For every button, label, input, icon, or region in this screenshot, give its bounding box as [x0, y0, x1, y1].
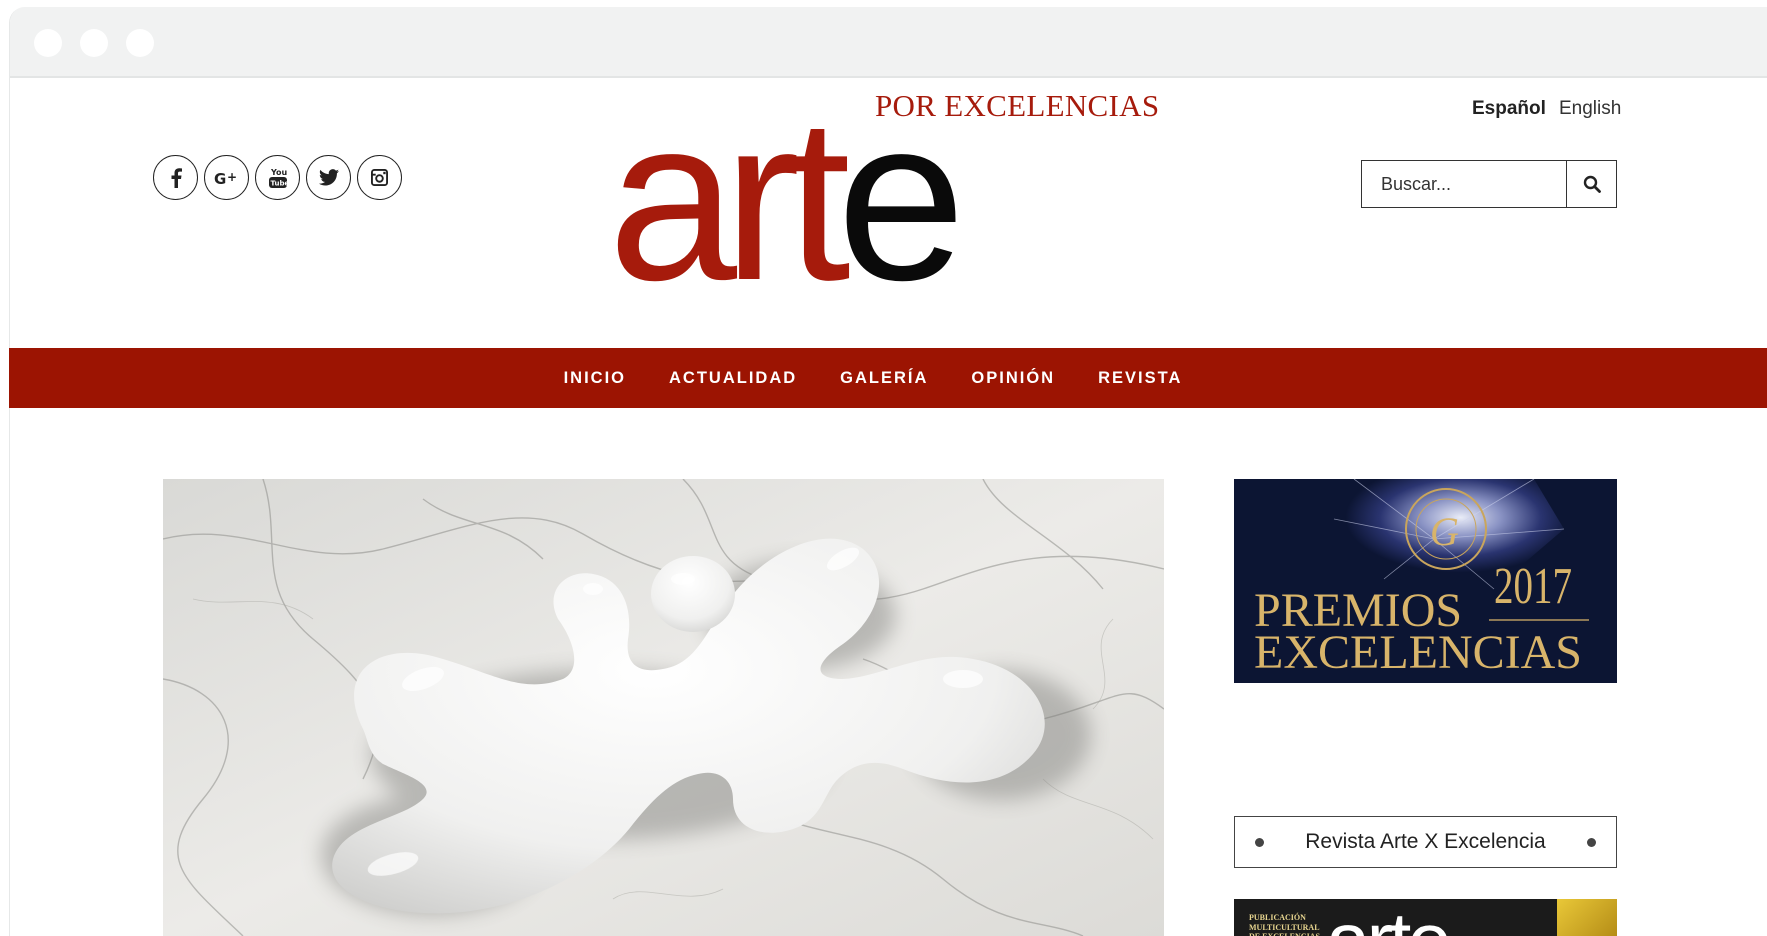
logo-wordmark: arte: [608, 84, 966, 316]
magazine-corner-stripe: [1557, 899, 1617, 936]
logo-wordmark-black: e: [836, 70, 966, 329]
window-maximize-dot[interactable]: [126, 29, 154, 57]
window-minimize-dot[interactable]: [80, 29, 108, 57]
search-button[interactable]: [1566, 161, 1616, 207]
svg-text:+: +: [227, 170, 237, 184]
logo-wordmark-red: art: [608, 70, 851, 329]
nav-item-inicio[interactable]: INICIO: [564, 369, 626, 388]
magazine-title: arte: [1326, 901, 1452, 936]
banner-line-excelencias: EXCELENCIAS: [1254, 626, 1582, 679]
language-english[interactable]: English: [1559, 98, 1621, 120]
magazine-publisher-text: PUBLICACIÓN MULTICULTURAL DE EXCELENCIAS: [1249, 913, 1320, 936]
facebook-icon[interactable]: [153, 155, 198, 200]
svg-text:G: G: [1430, 509, 1459, 554]
nav-item-revista[interactable]: REVISTA: [1098, 369, 1182, 388]
revista-title-label: Revista Arte X Excelencia: [1305, 830, 1546, 853]
window-titlebar: [10, 7, 1767, 78]
search-input[interactable]: [1362, 161, 1566, 207]
svg-text:G: G: [214, 170, 226, 186]
title-bullet-right: [1586, 837, 1596, 847]
nav-item-actualidad[interactable]: ACTUALIDAD: [669, 369, 797, 388]
magazine-cover[interactable]: PUBLICACIÓN MULTICULTURAL DE EXCELENCIAS…: [1234, 899, 1617, 936]
instagram-icon[interactable]: [357, 155, 402, 200]
nav-item-galeria[interactable]: GALERÍA: [840, 369, 928, 388]
banner-year: 2017: [1494, 558, 1572, 615]
featured-article-image[interactable]: [163, 479, 1164, 936]
twitter-icon[interactable]: [306, 155, 351, 200]
social-links: G + You Tube: [153, 155, 402, 200]
site-logo[interactable]: POR EXCELENCIAS arte: [608, 80, 1168, 316]
svg-text:You: You: [270, 168, 288, 177]
window-close-dot[interactable]: [34, 29, 62, 57]
language-espanol[interactable]: Español: [1472, 98, 1546, 120]
search-box: [1361, 160, 1617, 208]
main-nav: INICIO ACTUALIDAD GALERÍA OPINIÓN REVIST…: [9, 348, 1767, 408]
svg-text:Tube: Tube: [270, 179, 288, 187]
youtube-icon[interactable]: You Tube: [255, 155, 300, 200]
nav-item-opinion[interactable]: OPINIÓN: [971, 369, 1055, 388]
revista-section-title: Revista Arte X Excelencia: [1234, 816, 1617, 868]
search-icon: [1583, 175, 1601, 193]
title-bullet-left: [1255, 837, 1264, 847]
google-plus-icon[interactable]: G +: [204, 155, 249, 200]
premios-excelencias-banner[interactable]: G 2017 PREMIOS EXCELENCIAS: [1234, 479, 1617, 683]
